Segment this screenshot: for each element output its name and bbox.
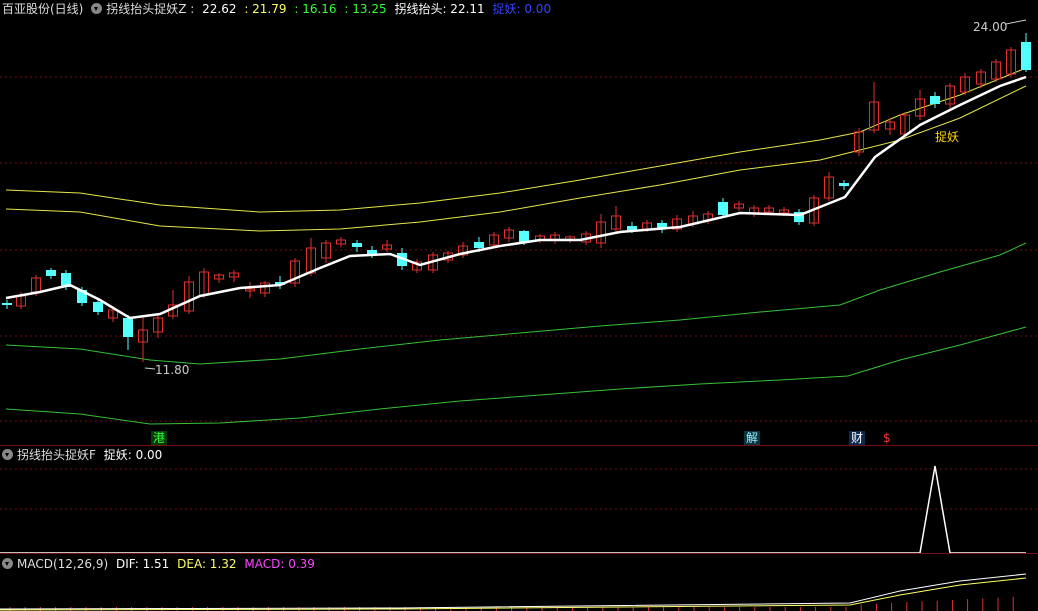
value-4: : 13.25	[344, 2, 387, 16]
candle-body	[46, 270, 56, 276]
candle-body	[367, 250, 377, 254]
indicator-chart[interactable]	[0, 446, 1038, 553]
candle-body	[627, 226, 637, 230]
tag-dollar[interactable]: $	[881, 431, 893, 445]
low-price-marker: 11.80	[155, 363, 190, 377]
signal-text: 捉妖	[935, 130, 960, 144]
candle-body	[123, 318, 133, 337]
indicator-value: 捉妖: 0.00	[103, 448, 163, 462]
value-3: : 16.16	[294, 2, 337, 16]
dif-value: DIF: 1.51	[115, 557, 170, 571]
indicator-name: 拐线抬头捉妖Z :	[106, 2, 195, 16]
main-chart-panel[interactable]: 百亚股份(日线) 拐线抬头捉妖Z : 22.62 : 21.79 : 16.16…	[0, 0, 1038, 445]
candle-body	[930, 96, 940, 104]
macd-title: MACD(12,26,9)	[17, 557, 109, 571]
candle-body	[2, 303, 12, 305]
indicator-header: 拐线抬头捉妖F 捉妖: 0.00	[2, 448, 166, 462]
tag-unlock[interactable]: 解	[744, 431, 761, 445]
candle-body	[1021, 42, 1031, 70]
line-label: 拐线抬头: 22.11	[394, 2, 485, 16]
dropdown-icon[interactable]	[91, 3, 103, 14]
catch-label: 捉妖: 0.00	[492, 2, 552, 16]
candle-body	[519, 231, 529, 242]
dropdown-icon[interactable]	[2, 558, 13, 569]
indicator-panel[interactable]: 拐线抬头捉妖F 捉妖: 0.00	[0, 446, 1038, 553]
value-2: : 21.79	[244, 2, 287, 16]
macd-value: MACD: 0.39	[244, 557, 315, 571]
lower-band-line	[5, 242, 1027, 365]
value-1: 22.62	[202, 2, 237, 16]
high-marker-arrow	[1005, 19, 1027, 25]
high-price-marker: 24.00	[973, 20, 1008, 34]
turn-line	[5, 75, 1027, 320]
signal-spike	[0, 465, 1026, 553]
candle-body	[839, 183, 849, 186]
macd-header: MACD(12,26,9) DIF: 1.51 DEA: 1.32 MACD: …	[2, 557, 319, 571]
candle-body	[352, 243, 362, 247]
upper-band-line	[5, 67, 1027, 213]
candle-body	[474, 242, 484, 248]
candlestick-chart[interactable]	[0, 0, 1038, 445]
tag-hk[interactable]: 港	[151, 431, 168, 445]
candle-body	[718, 202, 728, 215]
dif-line	[0, 573, 1027, 610]
dea-line	[0, 577, 1027, 611]
main-header: 百亚股份(日线) 拐线抬头捉妖Z : 22.62 : 21.79 : 16.16…	[2, 2, 555, 16]
candle-body	[93, 302, 103, 312]
dea-value: DEA: 1.32	[177, 557, 237, 571]
separator	[0, 553, 1038, 554]
indicator-title: 拐线抬头捉妖F	[17, 448, 96, 462]
tag-finance[interactable]: 财	[849, 431, 866, 445]
macd-panel[interactable]: MACD(12,26,9) DIF: 1.51 DEA: 1.32 MACD: …	[0, 555, 1038, 611]
stock-name: 百亚股份(日线)	[2, 2, 84, 16]
dropdown-icon[interactable]	[2, 449, 13, 460]
low-marker-arrow	[144, 367, 156, 370]
